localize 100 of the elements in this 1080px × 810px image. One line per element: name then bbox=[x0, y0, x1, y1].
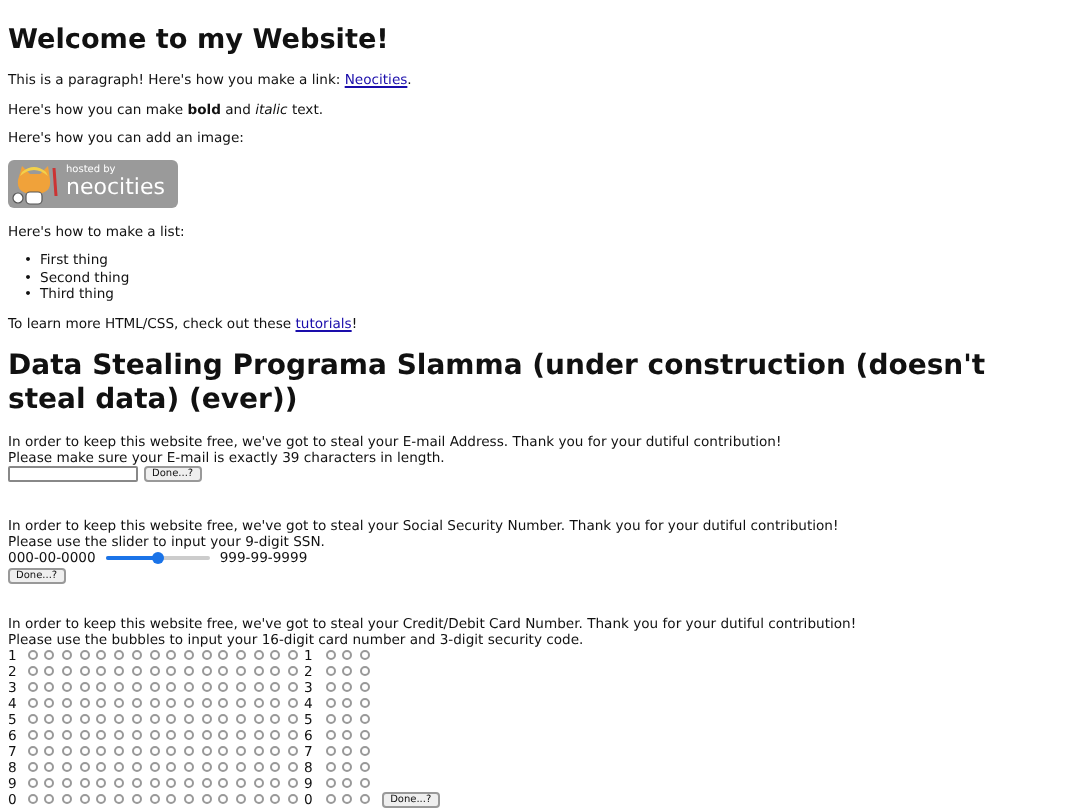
radio-button[interactable] bbox=[62, 794, 73, 804]
radio-button[interactable] bbox=[166, 714, 177, 724]
radio-button[interactable] bbox=[218, 794, 229, 804]
radio-button[interactable] bbox=[44, 730, 55, 740]
radio-button[interactable] bbox=[325, 778, 336, 788]
radio-button[interactable] bbox=[44, 794, 55, 804]
radio-button[interactable] bbox=[288, 794, 298, 804]
radio-button[interactable] bbox=[183, 762, 194, 772]
radio-button[interactable] bbox=[288, 714, 298, 724]
radio-button[interactable] bbox=[27, 714, 38, 724]
radio-button[interactable] bbox=[166, 698, 177, 708]
radio-button[interactable] bbox=[114, 778, 125, 788]
radio-button[interactable] bbox=[62, 650, 73, 660]
radio-button[interactable] bbox=[44, 746, 55, 756]
radio-button[interactable] bbox=[96, 794, 107, 804]
radio-button[interactable] bbox=[253, 682, 264, 692]
radio-button[interactable] bbox=[253, 714, 264, 724]
radio-button[interactable] bbox=[183, 730, 194, 740]
radio-button[interactable] bbox=[27, 698, 38, 708]
radio-button[interactable] bbox=[360, 746, 371, 756]
radio-button[interactable] bbox=[360, 682, 371, 692]
radio-button[interactable] bbox=[183, 746, 194, 756]
radio-button[interactable] bbox=[96, 682, 107, 692]
radio-button[interactable] bbox=[360, 666, 371, 676]
radio-button[interactable] bbox=[149, 762, 159, 772]
radio-button[interactable] bbox=[149, 794, 159, 804]
radio-button[interactable] bbox=[44, 698, 55, 708]
radio-button[interactable] bbox=[342, 714, 353, 724]
radio-button[interactable] bbox=[253, 762, 264, 772]
radio-button[interactable] bbox=[253, 730, 264, 740]
radio-button[interactable] bbox=[218, 778, 229, 788]
radio-button[interactable] bbox=[149, 746, 159, 756]
radio-button[interactable] bbox=[96, 666, 107, 676]
radio-button[interactable] bbox=[166, 794, 177, 804]
radio-button[interactable] bbox=[62, 762, 73, 772]
radio-button[interactable] bbox=[325, 666, 336, 676]
radio-button[interactable] bbox=[270, 794, 281, 804]
radio-button[interactable] bbox=[253, 746, 264, 756]
radio-button[interactable] bbox=[131, 714, 142, 724]
radio-button[interactable] bbox=[342, 778, 353, 788]
radio-button[interactable] bbox=[201, 794, 212, 804]
radio-button[interactable] bbox=[27, 778, 38, 788]
radio-button[interactable] bbox=[149, 714, 159, 724]
radio-button[interactable] bbox=[270, 698, 281, 708]
radio-button[interactable] bbox=[201, 666, 212, 676]
radio-button[interactable] bbox=[342, 730, 353, 740]
radio-button[interactable] bbox=[235, 746, 246, 756]
radio-button[interactable] bbox=[131, 746, 142, 756]
radio-button[interactable] bbox=[201, 778, 212, 788]
radio-button[interactable] bbox=[235, 698, 246, 708]
radio-button[interactable] bbox=[131, 650, 142, 660]
radio-button[interactable] bbox=[166, 730, 177, 740]
radio-button[interactable] bbox=[62, 778, 73, 788]
radio-button[interactable] bbox=[62, 746, 73, 756]
radio-button[interactable] bbox=[325, 650, 336, 660]
radio-button[interactable] bbox=[288, 762, 298, 772]
radio-button[interactable] bbox=[62, 682, 73, 692]
radio-button[interactable] bbox=[235, 778, 246, 788]
radio-button[interactable] bbox=[62, 730, 73, 740]
radio-button[interactable] bbox=[201, 730, 212, 740]
radio-button[interactable] bbox=[253, 650, 264, 660]
radio-button[interactable] bbox=[114, 794, 125, 804]
radio-button[interactable] bbox=[218, 746, 229, 756]
radio-button[interactable] bbox=[114, 682, 125, 692]
radio-button[interactable] bbox=[183, 794, 194, 804]
radio-button[interactable] bbox=[79, 746, 90, 756]
radio-button[interactable] bbox=[235, 730, 246, 740]
radio-button[interactable] bbox=[79, 730, 90, 740]
radio-button[interactable] bbox=[166, 682, 177, 692]
radio-button[interactable] bbox=[149, 650, 159, 660]
radio-button[interactable] bbox=[62, 666, 73, 676]
radio-button[interactable] bbox=[96, 714, 107, 724]
email-field[interactable] bbox=[8, 466, 138, 483]
radio-button[interactable] bbox=[183, 778, 194, 788]
radio-button[interactable] bbox=[149, 730, 159, 740]
radio-button[interactable] bbox=[44, 762, 55, 772]
radio-button[interactable] bbox=[166, 650, 177, 660]
radio-button[interactable] bbox=[79, 666, 90, 676]
radio-button[interactable] bbox=[166, 778, 177, 788]
radio-button[interactable] bbox=[166, 666, 177, 676]
radio-button[interactable] bbox=[79, 762, 90, 772]
radio-button[interactable] bbox=[270, 666, 281, 676]
radio-button[interactable] bbox=[131, 730, 142, 740]
radio-button[interactable] bbox=[149, 698, 159, 708]
radio-button[interactable] bbox=[27, 666, 38, 676]
radio-button[interactable] bbox=[342, 698, 353, 708]
radio-button[interactable] bbox=[325, 746, 336, 756]
radio-button[interactable] bbox=[253, 794, 264, 804]
radio-button[interactable] bbox=[114, 650, 125, 660]
radio-button[interactable] bbox=[27, 794, 38, 804]
radio-button[interactable] bbox=[131, 698, 142, 708]
radio-button[interactable] bbox=[218, 714, 229, 724]
radio-button[interactable] bbox=[270, 778, 281, 788]
radio-button[interactable] bbox=[325, 794, 336, 804]
radio-button[interactable] bbox=[342, 794, 353, 804]
radio-button[interactable] bbox=[342, 762, 353, 772]
radio-button[interactable] bbox=[218, 650, 229, 660]
radio-button[interactable] bbox=[79, 682, 90, 692]
radio-button[interactable] bbox=[131, 794, 142, 804]
radio-button[interactable] bbox=[96, 778, 107, 788]
